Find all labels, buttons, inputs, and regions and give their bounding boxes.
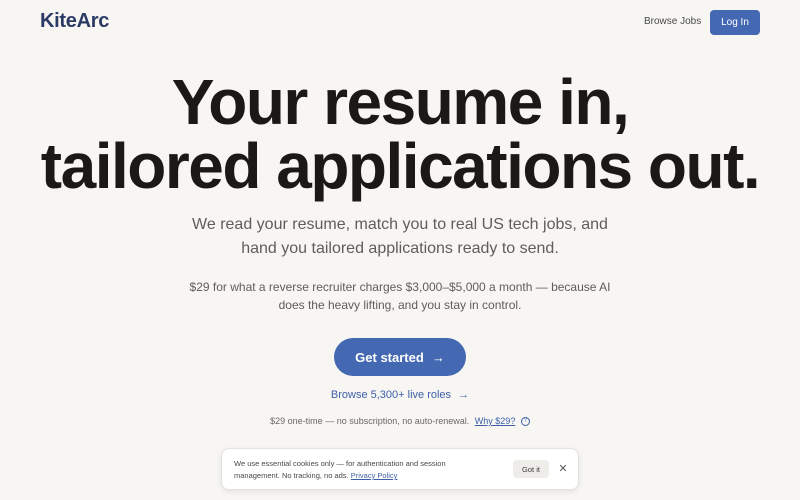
question-circle-icon[interactable]: ? — [520, 417, 530, 427]
cookie-message: We use essential cookies only — for auth… — [234, 458, 494, 482]
browse-jobs-link[interactable]: Browse Jobs — [644, 16, 701, 27]
price-line-2: does the heavy lifting, and you stay in … — [278, 298, 522, 312]
pricing-fine-print: $29 one-time — no subscription, no auto-… — [0, 416, 800, 427]
browse-roles-label: Browse 5,300+ live roles — [330, 389, 452, 401]
pricing-description: $29 for what a reverse recruiter charges… — [0, 278, 800, 314]
subhead-line-2: hand you tailored applications ready to … — [241, 240, 559, 257]
browse-roles-link[interactable]: Browse 5,300+ live roles → — [0, 389, 800, 401]
subhead-line-1: We read your resume, match you to real U… — [192, 216, 608, 233]
why-29-link[interactable]: Why $29? — [475, 416, 516, 426]
logo-text: KiteArc — [40, 10, 110, 32]
headline-line-2: tailored applications out. — [40, 130, 761, 202]
close-icon[interactable]: ✕ — [556, 461, 570, 477]
price-line-1: $29 for what a reverse recruiter charges… — [189, 280, 611, 294]
cookie-banner: We use essential cookies only — for auth… — [221, 448, 579, 490]
kitearc-logo[interactable]: KiteArc — [40, 10, 109, 33]
login-button[interactable]: Log In — [710, 10, 760, 35]
hero-subheading: We read your resume, match you to real U… — [0, 213, 800, 261]
headline-line-1: Your resume in, — [171, 66, 630, 138]
arrow-right-icon: → — [431, 349, 445, 365]
got-it-label: Got it — [522, 464, 540, 474]
cookie-text-line-1: We use essential cookies only — for auth… — [234, 459, 446, 468]
cookie-text-line-2-text: management. No tracking, no ads. — [234, 471, 349, 480]
get-started-button[interactable]: Get started → — [334, 338, 466, 376]
hero-headline: Your resume in, tailored applications ou… — [0, 70, 800, 198]
privacy-policy-link[interactable]: Privacy Policy — [351, 471, 398, 480]
fine-print-text: $29 one-time — no subscription, no auto-… — [270, 416, 470, 426]
cookie-text-line-2: management. No tracking, no ads. Privacy… — [234, 470, 494, 482]
login-button-label: Log In — [721, 17, 749, 28]
get-started-label: Get started — [355, 349, 424, 365]
landing-page: KiteArc Browse Jobs Log In Your resume i… — [0, 0, 800, 500]
site-header: KiteArc Browse Jobs Log In — [0, 0, 800, 46]
arrow-right-icon: → — [458, 389, 470, 401]
got-it-button[interactable]: Got it — [513, 460, 549, 478]
